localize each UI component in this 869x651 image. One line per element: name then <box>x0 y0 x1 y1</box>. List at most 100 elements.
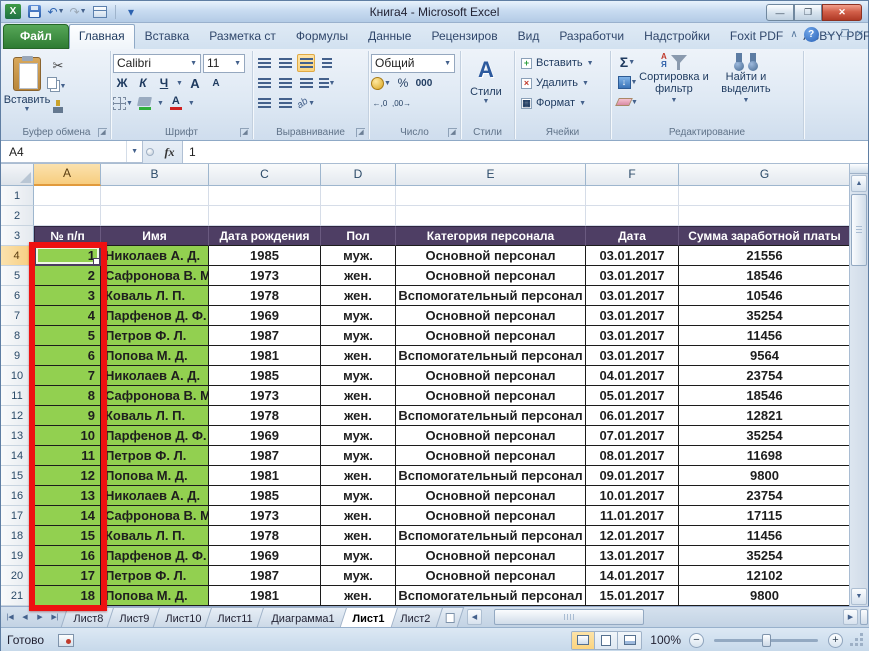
name-box-dropdown-icon[interactable]: ▼ <box>126 141 142 162</box>
cell-B17[interactable]: Сафронова В. М. <box>101 506 209 526</box>
cell-C13[interactable]: 1969 <box>209 426 321 446</box>
cell-B1[interactable] <box>101 186 209 206</box>
underline-button[interactable]: Ч <box>155 74 173 92</box>
horizontal-scrollbar[interactable]: ◀ ▶ <box>467 607 869 627</box>
zoom-in-button[interactable]: + <box>828 633 843 648</box>
clear-button[interactable]: ▼ <box>617 93 638 111</box>
row-header-16[interactable]: 16 <box>1 486 34 506</box>
resize-grip[interactable] <box>851 634 864 647</box>
cell-D21[interactable]: жен. <box>321 586 396 606</box>
zoom-slider-thumb[interactable] <box>762 634 771 647</box>
vertical-scroll-thumb[interactable] <box>851 194 867 266</box>
cell-F16[interactable]: 10.01.2017 <box>586 486 679 506</box>
close-button[interactable]: ✕ <box>822 4 862 21</box>
cell-G11[interactable]: 18546 <box>679 386 851 406</box>
cell-D13[interactable]: муж. <box>321 426 396 446</box>
record-macro-icon[interactable] <box>58 634 74 647</box>
font-color-button[interactable]: А <box>167 94 185 112</box>
increase-font-button[interactable]: А <box>186 74 204 92</box>
cell-A9[interactable]: 6 <box>34 346 101 366</box>
row-header-9[interactable]: 9 <box>1 346 34 366</box>
cell-C3[interactable]: Дата рождения <box>209 226 321 246</box>
comma-style-button[interactable]: 000 <box>415 74 433 92</box>
cell-D17[interactable]: жен. <box>321 506 396 526</box>
row-header-18[interactable]: 18 <box>1 526 34 546</box>
cell-C6[interactable]: 1978 <box>209 286 321 306</box>
cell-B7[interactable]: Парфенов Д. Ф. <box>101 306 209 326</box>
customize-qat-button[interactable]: ▾ <box>122 4 140 20</box>
align-left-button[interactable] <box>255 74 273 92</box>
align-right-button[interactable] <box>297 74 315 92</box>
increase-indent-button[interactable] <box>276 94 294 112</box>
cell-A17[interactable]: 14 <box>34 506 101 526</box>
cell-C9[interactable]: 1981 <box>209 346 321 366</box>
cell-A4[interactable]: 1 <box>34 246 101 266</box>
cell-F17[interactable]: 11.01.2017 <box>586 506 679 526</box>
cell-G6[interactable]: 10546 <box>679 286 851 306</box>
tab-home[interactable]: Главная <box>69 24 135 49</box>
row-header-11[interactable]: 11 <box>1 386 34 406</box>
cell-styles-button[interactable]: А Стили ▼ <box>463 53 509 123</box>
page-break-view-button[interactable] <box>618 632 641 649</box>
cell-D6[interactable]: жен. <box>321 286 396 306</box>
cell-A21[interactable]: 18 <box>34 586 101 606</box>
tab-splitter-handle[interactable] <box>860 609 868 625</box>
italic-button[interactable]: К <box>134 74 152 92</box>
bold-button[interactable]: Ж <box>113 74 131 92</box>
cell-B2[interactable] <box>101 206 209 226</box>
cell-B3[interactable]: Имя <box>101 226 209 246</box>
cell-E12[interactable]: Вспомогательный персонал <box>396 406 586 426</box>
scroll-up-button[interactable]: ▲ <box>851 175 867 192</box>
cell-A11[interactable]: 8 <box>34 386 101 406</box>
cell-D20[interactable]: муж. <box>321 566 396 586</box>
cell-B11[interactable]: Сафронова В. М. <box>101 386 209 406</box>
row-header-15[interactable]: 15 <box>1 466 34 486</box>
wrap-text-button[interactable] <box>318 54 336 72</box>
cell-F13[interactable]: 07.01.2017 <box>586 426 679 446</box>
paste-button[interactable]: Вставить ▼ <box>5 53 49 123</box>
tab-page-layout[interactable]: Разметка ст <box>199 24 286 49</box>
cell-E19[interactable]: Основной персонал <box>396 546 586 566</box>
cell-C20[interactable]: 1987 <box>209 566 321 586</box>
cell-G3[interactable]: Сумма заработной платы <box>679 226 851 246</box>
cell-A15[interactable]: 12 <box>34 466 101 486</box>
cell-C11[interactable]: 1973 <box>209 386 321 406</box>
formula-input[interactable]: 1 <box>183 141 868 163</box>
cell-C10[interactable]: 1985 <box>209 366 321 386</box>
select-all-corner[interactable] <box>1 164 34 186</box>
cell-A2[interactable] <box>34 206 101 226</box>
cell-C19[interactable]: 1969 <box>209 546 321 566</box>
row-header-8[interactable]: 8 <box>1 326 34 346</box>
vertical-split-box[interactable] <box>850 164 868 174</box>
find-select-button[interactable]: Найти и выделить ▼ <box>710 53 782 111</box>
cell-C4[interactable]: 1985 <box>209 246 321 266</box>
horizontal-scroll-thumb[interactable] <box>494 609 644 625</box>
workbook-close-icon[interactable]: ✕ <box>856 29 864 40</box>
cell-E7[interactable]: Основной персонал <box>396 306 586 326</box>
row-header-12[interactable]: 12 <box>1 406 34 426</box>
cell-G13[interactable]: 35254 <box>679 426 851 446</box>
insert-cells-button[interactable]: +Вставить▼ <box>521 53 608 73</box>
format-cells-button[interactable]: ▦Формат▼ <box>521 93 608 113</box>
cell-D4[interactable]: муж. <box>321 246 396 266</box>
fill-color-button[interactable] <box>136 94 154 112</box>
cell-B16[interactable]: Николаев А. Д. <box>101 486 209 506</box>
align-bottom-button[interactable] <box>297 54 315 72</box>
cell-A13[interactable]: 10 <box>34 426 101 446</box>
cell-F12[interactable]: 06.01.2017 <box>586 406 679 426</box>
cell-C17[interactable]: 1973 <box>209 506 321 526</box>
cell-G18[interactable]: 11456 <box>679 526 851 546</box>
zoom-slider[interactable] <box>714 639 818 642</box>
cell-F18[interactable]: 12.01.2017 <box>586 526 679 546</box>
scroll-down-button[interactable]: ▼ <box>851 588 867 605</box>
cell-F11[interactable]: 05.01.2017 <box>586 386 679 406</box>
sort-filter-button[interactable]: АЯ Сортировка и фильтр ▼ <box>638 53 710 111</box>
cell-F2[interactable] <box>586 206 679 226</box>
row-header-10[interactable]: 10 <box>1 366 34 386</box>
accounting-format-button[interactable]: ▼ <box>371 74 391 92</box>
cell-D1[interactable] <box>321 186 396 206</box>
cell-D10[interactable]: муж. <box>321 366 396 386</box>
row-header-17[interactable]: 17 <box>1 506 34 526</box>
cell-E5[interactable]: Основной персонал <box>396 266 586 286</box>
percent-style-button[interactable]: % <box>394 74 412 92</box>
